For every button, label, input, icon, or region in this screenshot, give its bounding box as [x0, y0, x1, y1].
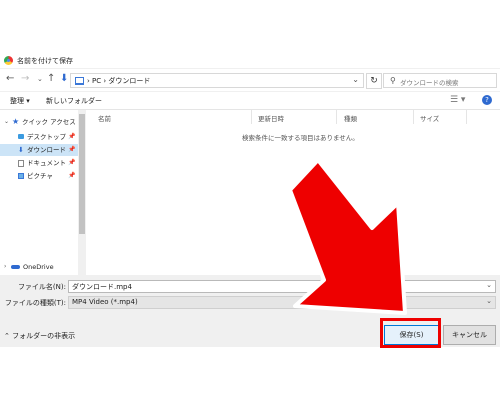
- hide-folders-label: フォルダーの非表示: [12, 332, 76, 340]
- download-folder-icon: ⬇: [60, 73, 69, 84]
- file-list: 名前 更新日時 種類 サイズ 検索条件に一致する項目はありません。: [86, 110, 500, 275]
- column-header-size[interactable]: サイズ: [420, 113, 439, 123]
- sidebar-item-onedrive[interactable]: › OneDrive: [0, 261, 78, 273]
- column-header-type[interactable]: 種類: [344, 113, 357, 123]
- help-icon[interactable]: ?: [482, 95, 492, 105]
- command-bar: 整理 ▾ 新しいフォルダー ☰ ▾ ?: [0, 92, 500, 110]
- view-options-icon[interactable]: ☰ ▾: [450, 95, 465, 105]
- filename-field[interactable]: ダウンロード.mp4 ⌄: [68, 280, 496, 293]
- filetype-label: ファイルの種類(T):: [4, 299, 66, 307]
- forward-arrow-icon[interactable]: →: [21, 74, 29, 84]
- chevron-down-icon[interactable]: ⌄: [486, 297, 492, 305]
- search-input[interactable]: ⚲ ダウンロードの検索: [383, 73, 497, 88]
- search-icon: ⚲: [390, 76, 396, 85]
- sidebar-item-label: ダウンロード: [27, 146, 66, 154]
- quick-access[interactable]: ⌄ ★ クイック アクセス: [0, 116, 78, 128]
- star-icon: ★: [12, 117, 20, 126]
- picture-icon: [18, 173, 24, 179]
- filename-label: ファイル名(N):: [17, 283, 66, 291]
- hide-folders-toggle[interactable]: ⌃ フォルダーの非表示: [4, 331, 75, 341]
- column-divider: [336, 110, 337, 124]
- chevron-up-icon: ⌃: [4, 332, 10, 340]
- address-row: ← → ⌄ ↑ ⬇ › PC › ダウンロード ⌄ ↻ ⚲ ダウンロードの検索: [0, 69, 500, 91]
- sidebar-item-downloads[interactable]: ⬇ ダウンロード 📌: [0, 144, 78, 156]
- pin-icon: 📌: [68, 133, 76, 140]
- pin-icon: 📌: [68, 146, 76, 153]
- new-folder-button[interactable]: 新しいフォルダー: [46, 96, 102, 106]
- cloud-icon: [11, 265, 20, 269]
- save-button-highlight: [380, 318, 441, 348]
- save-as-dialog: 名前を付けて保存 ← → ⌄ ↑ ⬇ › PC › ダウンロード ⌄ ↻ ⚲ ダ…: [0, 53, 500, 347]
- column-divider: [251, 110, 252, 124]
- scrollbar-thumb[interactable]: [79, 114, 85, 234]
- document-icon: [18, 160, 24, 167]
- download-icon: ⬇: [18, 146, 24, 154]
- sidebar-item-desktop[interactable]: デスクトップ 📌: [0, 131, 78, 143]
- sidebar-item-label: ピクチャ: [27, 172, 53, 180]
- filename-value: ダウンロード.mp4: [72, 283, 132, 291]
- organize-button[interactable]: 整理 ▾: [10, 96, 30, 106]
- up-arrow-icon[interactable]: ↑: [47, 74, 55, 84]
- chevron-down-icon[interactable]: ⌄: [352, 75, 359, 84]
- navigation-pane: ⌄ ★ クイック アクセス デスクトップ 📌 ⬇ ダウンロード 📌 ドキュメント…: [0, 110, 78, 275]
- sidebar-item-label: ドキュメント: [27, 159, 66, 167]
- search-placeholder: ダウンロードの検索: [400, 79, 459, 87]
- empty-message: 検索条件に一致する項目はありません。: [242, 134, 359, 142]
- column-header-modified[interactable]: 更新日時: [258, 113, 284, 123]
- expand-chevron-icon[interactable]: ⌄: [4, 116, 9, 128]
- nav-scrollbar[interactable]: [78, 110, 86, 275]
- filetype-value: MP4 Video (*.mp4): [72, 298, 138, 306]
- column-divider: [413, 110, 414, 124]
- pin-icon: 📌: [68, 172, 76, 179]
- sidebar-item-label: OneDrive: [23, 263, 54, 271]
- column-header-name[interactable]: 名前: [98, 113, 111, 123]
- title-bar: 名前を付けて保存: [0, 53, 500, 68]
- filetype-select[interactable]: MP4 Video (*.mp4) ⌄: [68, 296, 496, 309]
- desktop-icon: [18, 134, 24, 139]
- address-bar[interactable]: › PC › ダウンロード ⌄: [70, 73, 364, 88]
- refresh-button[interactable]: ↻: [366, 73, 382, 89]
- pc-icon: [75, 77, 84, 85]
- sidebar-item-pictures[interactable]: ピクチャ 📌: [0, 170, 78, 182]
- chrome-icon: [4, 56, 13, 65]
- pin-icon: 📌: [68, 159, 76, 166]
- sidebar-item-documents[interactable]: ドキュメント 📌: [0, 157, 78, 169]
- sidebar-item-label: デスクトップ: [27, 133, 66, 141]
- cancel-button[interactable]: キャンセル: [443, 325, 496, 345]
- expand-chevron-icon[interactable]: ›: [4, 261, 6, 273]
- column-divider: [466, 110, 467, 124]
- chevron-down-icon[interactable]: ⌄: [486, 281, 492, 289]
- back-arrow-icon[interactable]: ←: [6, 74, 14, 84]
- recent-dropdown-icon[interactable]: ⌄: [37, 74, 43, 84]
- window-title: 名前を付けて保存: [17, 57, 73, 65]
- breadcrumb[interactable]: › PC › ダウンロード: [87, 76, 150, 86]
- quick-access-label: クイック アクセス: [22, 118, 76, 126]
